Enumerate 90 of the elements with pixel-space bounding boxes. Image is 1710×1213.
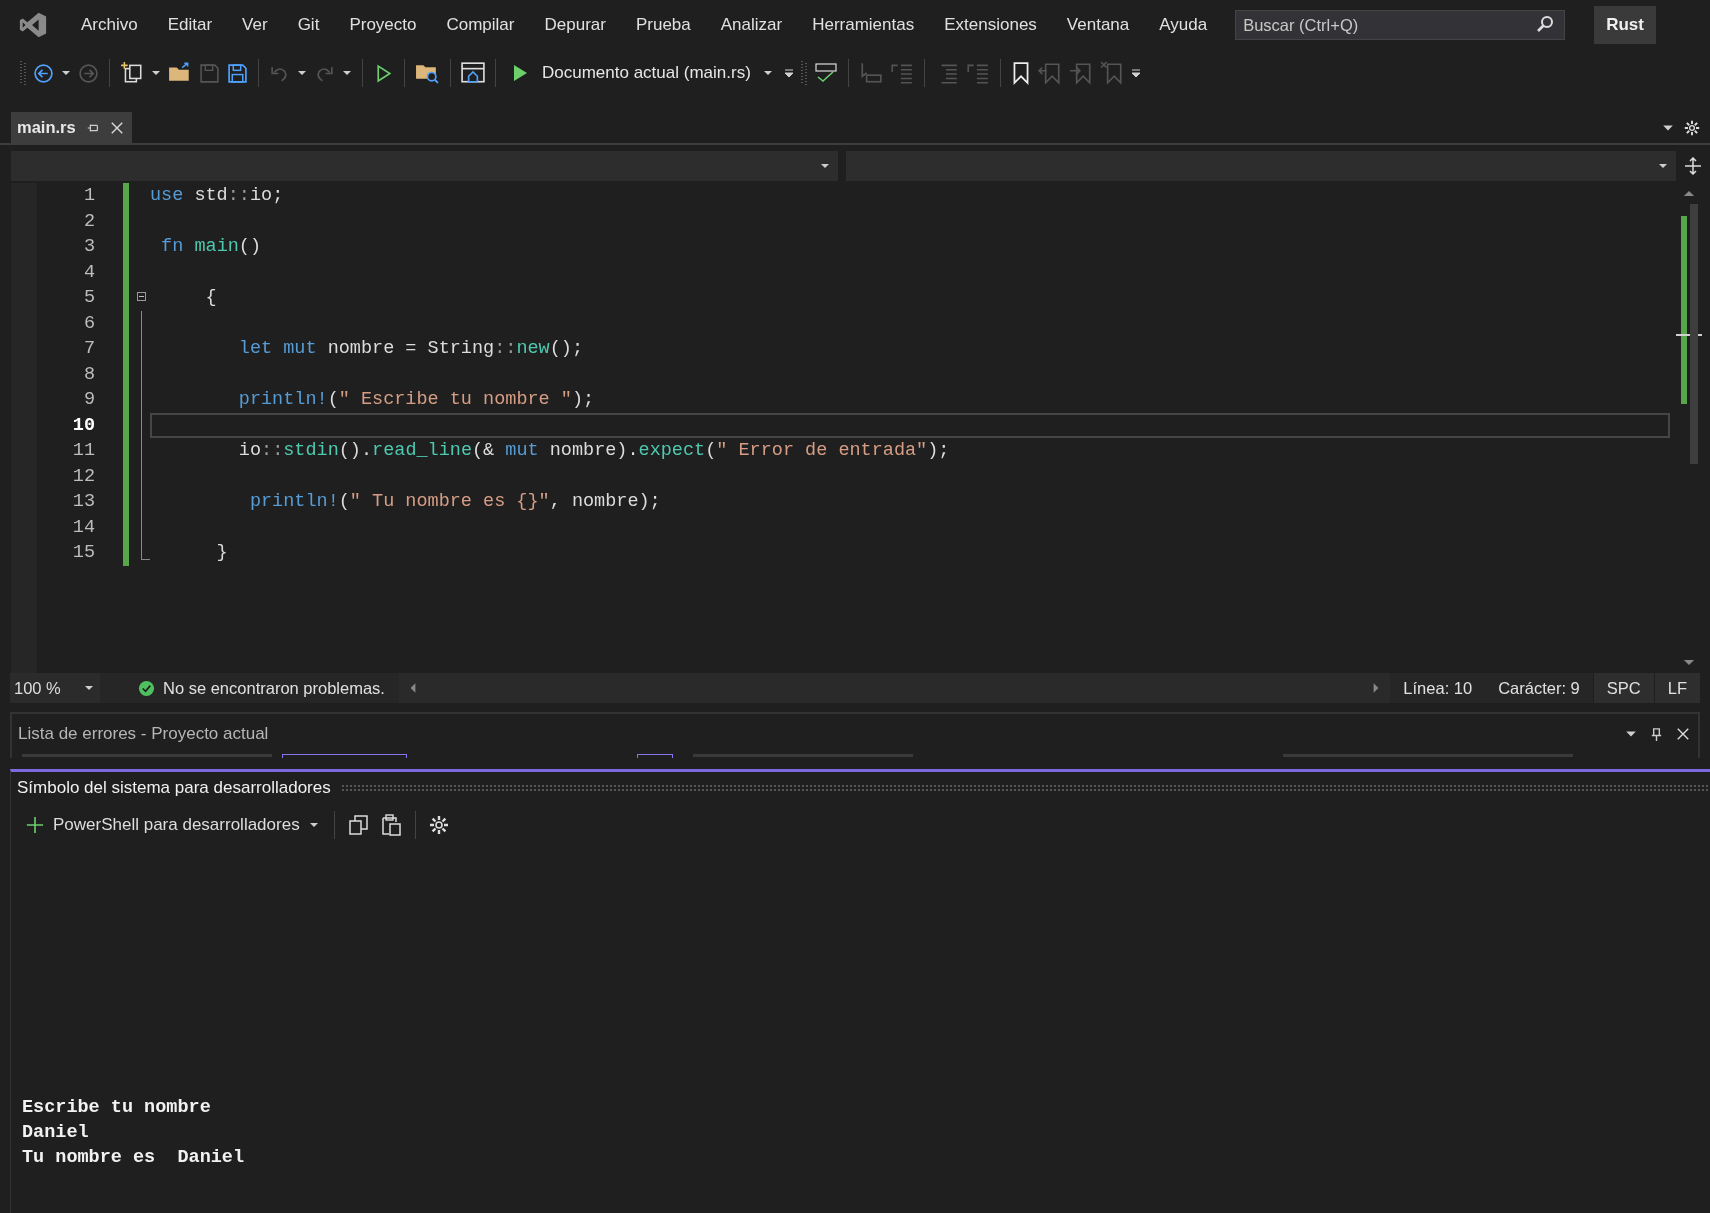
line-number: 8 <box>82 362 95 387</box>
line-number: 5 <box>82 286 95 310</box>
line-number: 10 <box>71 413 95 438</box>
line-number: 7 <box>82 337 95 361</box>
solution-name-button[interactable]: Rust <box>1594 6 1656 44</box>
settings-icon[interactable] <box>428 815 449 835</box>
collapse-icon[interactable] <box>137 292 146 301</box>
menu-item[interactable]: Editar <box>153 11 227 39</box>
code-line: use std::io; <box>150 185 284 206</box>
window-icon[interactable] <box>461 61 485 85</box>
zoom-dropdown[interactable]: 100 % <box>10 673 100 703</box>
app-logo-icon <box>17 10 49 40</box>
search-field[interactable]: Buscar (Ctrl+Q) <box>1235 10 1566 40</box>
new-item-icon[interactable] <box>120 61 144 85</box>
caret-icon[interactable] <box>297 68 307 78</box>
code-line: { <box>204 287 217 308</box>
menu-item[interactable]: Extensiones <box>930 11 1051 39</box>
menu-item[interactable]: Ayuda <box>1145 11 1222 39</box>
problems-status[interactable]: No se encontraron problemas. <box>163 678 385 698</box>
menu-item[interactable]: Proyecto <box>335 11 431 39</box>
horizontal-scrollbar[interactable] <box>398 673 1391 703</box>
panel-title: Símbolo del sistema para desarrolladores <box>17 778 331 798</box>
scroll-up-icon[interactable] <box>1683 189 1695 198</box>
line-number: 15 <box>71 541 95 565</box>
caret-icon <box>308 820 319 830</box>
menu-item[interactable]: Archivo <box>67 11 152 39</box>
close-icon[interactable] <box>1676 727 1690 741</box>
code-line: println!(" Escribe tu nombre "); <box>237 389 595 410</box>
caret-icon <box>84 683 94 693</box>
column-indicator[interactable]: Carácter: 9 <box>1485 673 1593 703</box>
line-number: 4 <box>82 260 95 285</box>
line-number: 6 <box>82 311 95 336</box>
code-line: fn main() <box>160 236 262 257</box>
line-number: 14 <box>71 515 95 540</box>
caret-icon[interactable] <box>342 68 352 78</box>
scroll-thumb[interactable] <box>1690 204 1698 464</box>
code-line: let mut nombre = String::new(); <box>237 338 583 359</box>
pin-icon[interactable] <box>1649 726 1664 742</box>
check-icon <box>138 679 155 697</box>
line-indicator[interactable]: Línea: 10 <box>1390 673 1486 703</box>
menu-item[interactable]: Herramientas <box>798 11 929 39</box>
terminal-output-line: Tu nombre es Daniel <box>22 1146 246 1170</box>
menu-item[interactable]: Prueba <box>621 11 705 39</box>
line-number: 13 <box>71 490 95 514</box>
new-terminal-button[interactable]: PowerShell para desarrolladores <box>24 811 321 839</box>
line-number: 11 <box>71 439 95 463</box>
copy-icon[interactable] <box>347 814 370 836</box>
settings-icon[interactable] <box>1684 119 1700 136</box>
caret-icon[interactable] <box>61 68 71 78</box>
close-icon[interactable] <box>109 120 124 135</box>
overflow-icon[interactable] <box>783 66 794 80</box>
file-tab[interactable]: main.rs <box>11 112 132 143</box>
overflow-icon[interactable] <box>1130 66 1141 80</box>
open-folder-icon[interactable] <box>168 62 192 84</box>
scroll-down-icon[interactable] <box>1683 658 1695 667</box>
back-icon[interactable] <box>33 62 54 84</box>
menu-item[interactable]: Depurar <box>530 11 620 39</box>
terminal-output-line: Escribe tu nombre <box>22 1096 212 1120</box>
line-number: 9 <box>82 388 95 412</box>
scroll-left-icon[interactable] <box>408 682 417 694</box>
panel-title: Lista de errores - Proyecto actual <box>18 724 269 744</box>
terminal-output-line: Daniel <box>22 1121 90 1145</box>
tab-label[interactable]: main.rs <box>17 118 76 137</box>
run-button[interactable]: Documento actual (main.rs) <box>506 59 777 87</box>
line-number: 12 <box>71 464 95 489</box>
caret-icon <box>762 68 773 78</box>
indent-indicator[interactable]: SPC <box>1592 673 1654 703</box>
menu-item[interactable]: Compilar <box>432 11 529 39</box>
menu-item[interactable]: Analizar <box>706 11 797 39</box>
line-number: 2 <box>82 209 95 234</box>
code-line: println!(" Tu nombre es {}", nombre); <box>248 491 661 512</box>
paste-icon[interactable] <box>379 814 402 836</box>
toolbar-grip-icon[interactable] <box>800 60 807 86</box>
menu-item[interactable]: Ventana <box>1052 11 1144 39</box>
caret-icon[interactable] <box>151 68 161 78</box>
line-number: 3 <box>82 235 95 259</box>
plus-icon <box>26 816 44 834</box>
caret-icon <box>1658 161 1668 171</box>
scroll-right-icon[interactable] <box>1372 682 1381 694</box>
code-line: io::stdin().read_line(& mut nombre).expect(" Error de entrada"); <box>237 440 950 461</box>
line-number: 1 <box>82 184 95 208</box>
menu-item[interactable]: Git <box>283 11 334 39</box>
menu-item[interactable]: Ver <box>228 11 282 39</box>
line-ending-indicator[interactable]: LF <box>1653 673 1700 703</box>
split-icon[interactable] <box>1684 157 1702 175</box>
caret-icon <box>820 161 830 171</box>
code-line: } <box>215 542 228 563</box>
save-all-icon[interactable] <box>227 62 248 84</box>
toolbar-grip-icon[interactable] <box>20 60 26 86</box>
spellcheck-icon[interactable] <box>813 62 838 84</box>
